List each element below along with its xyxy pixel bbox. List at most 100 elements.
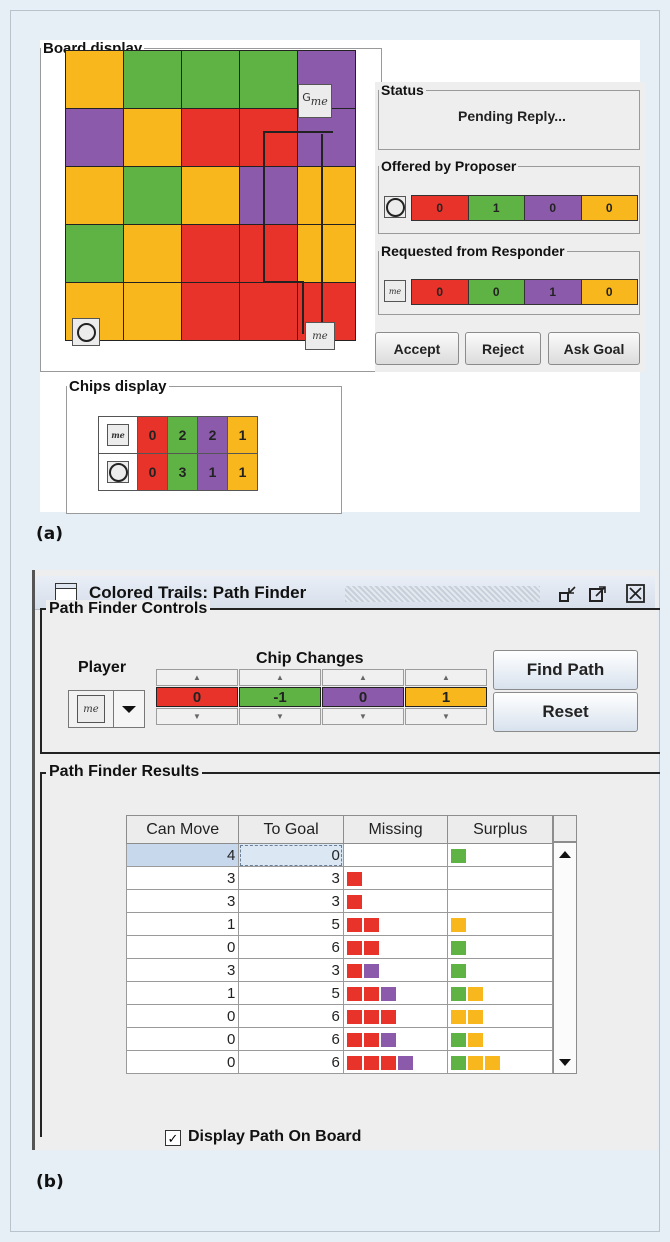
- scroll-up-icon[interactable]: [559, 851, 571, 858]
- green-chip-square: [451, 848, 467, 863]
- chip-change-red[interactable]: 0: [156, 687, 238, 707]
- offered-chip-orange: 0: [581, 196, 637, 220]
- missing-cell: [342, 912, 449, 936]
- table-row[interactable]: 06: [125, 1027, 553, 1051]
- table-row[interactable]: 06: [125, 1050, 553, 1074]
- window-icon: [55, 583, 77, 601]
- red-chip-square: [346, 894, 362, 909]
- column-header-missing[interactable]: Missing: [342, 815, 449, 844]
- red-chip-square: [380, 1055, 396, 1070]
- surplus-cell: [447, 912, 553, 936]
- me-token-label: me: [312, 330, 328, 342]
- chip-green-increment[interactable]: ▲: [239, 669, 321, 686]
- chips-row-other: 0 3 1 1: [98, 453, 258, 491]
- to-goal-cell: 5: [238, 981, 344, 1005]
- orange-chip-square: [485, 1055, 501, 1070]
- table-row[interactable]: 15: [125, 981, 553, 1005]
- chips-other-orange: 1: [227, 453, 258, 491]
- chips-me-cell: me: [98, 416, 138, 454]
- chip-change-purple[interactable]: 0: [322, 687, 404, 707]
- red-chip-square: [346, 871, 362, 886]
- minimize-icon[interactable]: [558, 584, 578, 604]
- chip-purple-increment[interactable]: ▲: [322, 669, 404, 686]
- orange-chip-square: [468, 1009, 484, 1024]
- requested-me-label: me: [388, 286, 402, 296]
- chips-display-title: Chips display: [69, 378, 167, 395]
- chips-me-red: 0: [137, 416, 168, 454]
- red-chip-square: [363, 1032, 379, 1047]
- offered-circle-icon: [384, 196, 406, 218]
- results-table: Can Move To Goal Missing Surplus 4033331…: [125, 815, 553, 1074]
- accept-button[interactable]: Accept: [375, 332, 459, 365]
- requested-chip-orange: 0: [581, 280, 637, 304]
- column-header-to-goal[interactable]: To Goal: [238, 815, 344, 844]
- red-chip-square: [363, 940, 379, 955]
- player-me-chip: me: [77, 695, 105, 723]
- checkmark-icon: ✓: [167, 1131, 179, 1146]
- chips-other-circle-icon: [107, 461, 129, 483]
- close-icon[interactable]: [626, 583, 646, 605]
- surplus-cell: [447, 889, 553, 913]
- results-header-row: Can Move To Goal Missing Surplus: [125, 815, 553, 844]
- red-chip-square: [346, 940, 362, 955]
- board-cell: [182, 167, 239, 224]
- chip-orange-increment[interactable]: ▲: [405, 669, 487, 686]
- player-label: Player: [78, 659, 127, 676]
- player-select-me[interactable]: me: [68, 690, 114, 728]
- display-path-checkbox[interactable]: ✓: [165, 1130, 181, 1146]
- missing-cell: [342, 889, 449, 913]
- red-chip-square: [363, 1009, 379, 1024]
- offered-chip-green: 1: [468, 196, 525, 220]
- find-path-button[interactable]: Find Path: [493, 650, 638, 690]
- scroll-down-icon[interactable]: [559, 1059, 571, 1066]
- to-goal-cell: 3: [238, 958, 344, 982]
- chip-orange-decrement[interactable]: ▼: [405, 708, 487, 725]
- board-cell: [298, 225, 355, 282]
- column-header-can-move[interactable]: Can Move: [125, 815, 240, 844]
- reset-button[interactable]: Reset: [493, 692, 638, 732]
- orange-chip-square: [468, 986, 484, 1001]
- reject-button[interactable]: Reject: [465, 332, 541, 365]
- to-goal-cell: 0: [238, 843, 344, 867]
- orange-chip-square: [451, 917, 467, 932]
- table-row[interactable]: 33: [125, 958, 553, 982]
- missing-cell: [342, 935, 449, 959]
- chip-change-green[interactable]: -1: [239, 687, 321, 707]
- green-chip-square: [451, 1055, 467, 1070]
- missing-cell: [342, 1004, 449, 1028]
- requested-title: Requested from Responder: [381, 243, 565, 259]
- status-title: Status: [381, 82, 424, 98]
- missing-cell: [342, 866, 449, 890]
- missing-cell: [342, 843, 449, 867]
- caption-a: (a): [36, 524, 64, 544]
- can-move-cell: 0: [125, 935, 240, 959]
- board-cell: [240, 225, 297, 282]
- player-dropdown-button[interactable]: [113, 690, 145, 728]
- chip-red-increment[interactable]: ▲: [156, 669, 238, 686]
- chip-purple-decrement[interactable]: ▼: [322, 708, 404, 725]
- chip-red-decrement[interactable]: ▼: [156, 708, 238, 725]
- red-chip-square: [346, 963, 362, 978]
- chips-me-purple: 2: [197, 416, 228, 454]
- table-row[interactable]: 06: [125, 935, 553, 959]
- ask-goal-button[interactable]: Ask Goal: [548, 332, 640, 365]
- chip-change-orange[interactable]: 1: [405, 687, 487, 707]
- table-row[interactable]: 06: [125, 1004, 553, 1028]
- offered-chips: 0 1 0 0: [411, 195, 638, 221]
- can-move-cell: 0: [125, 1027, 240, 1051]
- column-header-surplus[interactable]: Surplus: [447, 815, 553, 844]
- results-scrollbar[interactable]: [553, 842, 577, 1074]
- table-row[interactable]: 40: [125, 843, 553, 867]
- missing-cell: [342, 981, 449, 1005]
- red-chip-square: [346, 1055, 362, 1070]
- table-row[interactable]: 33: [125, 866, 553, 890]
- table-row[interactable]: 15: [125, 912, 553, 936]
- board-cell: [124, 167, 181, 224]
- board-cell: [124, 225, 181, 282]
- red-chip-square: [346, 1009, 362, 1024]
- surplus-cell: [447, 866, 553, 890]
- maximize-icon[interactable]: [588, 584, 608, 604]
- can-move-cell: 0: [125, 1004, 240, 1028]
- chip-green-decrement[interactable]: ▼: [239, 708, 321, 725]
- table-row[interactable]: 33: [125, 889, 553, 913]
